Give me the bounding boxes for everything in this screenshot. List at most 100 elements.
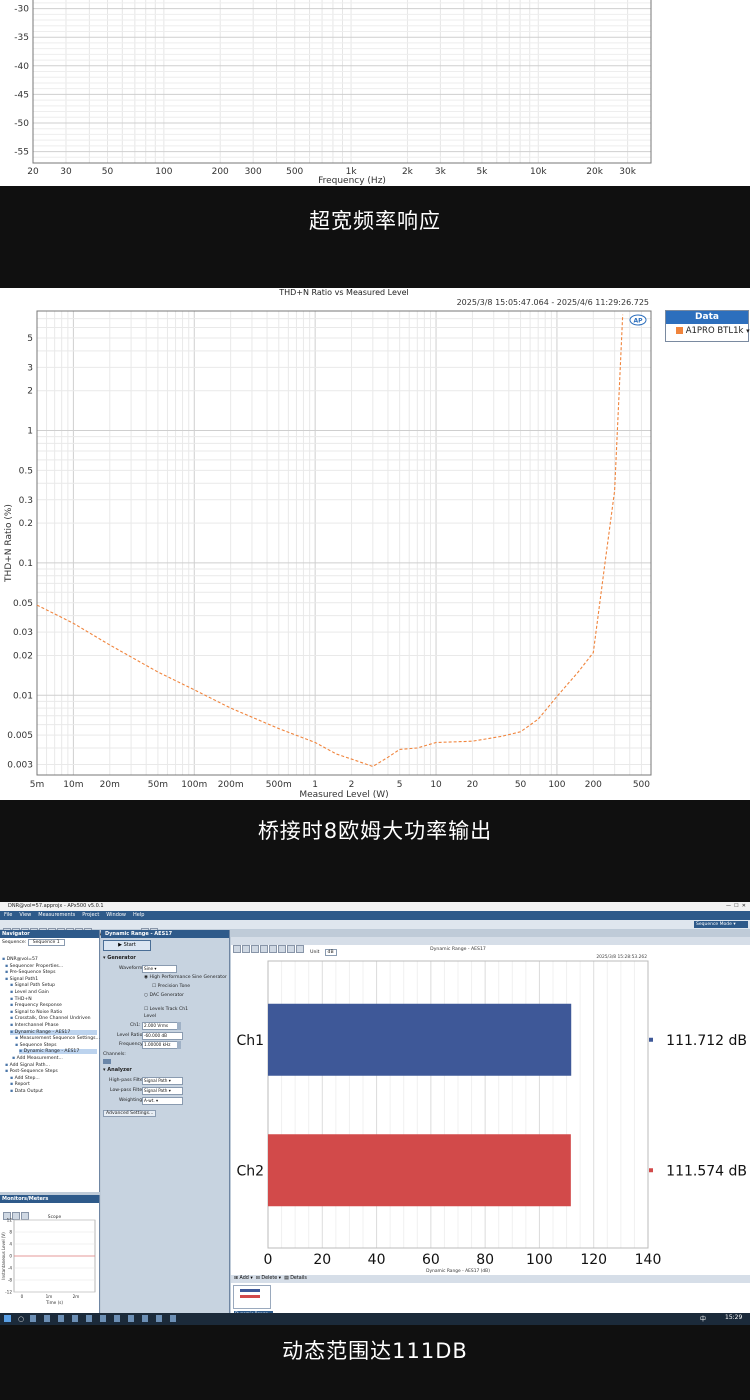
x-tick-label: 200: [212, 167, 229, 177]
ch1-level-input[interactable]: 2.000 Vrms: [142, 1022, 178, 1030]
navigator-item-label: Signal Path1: [9, 976, 39, 982]
navigator-item-label: Data Output: [14, 1089, 43, 1094]
sequence-mode-select[interactable]: Sequence Mode ▾: [694, 921, 748, 928]
navigator-item[interactable]: ▪ Add Measurement...: [12, 1056, 63, 1061]
start-label: Start: [123, 942, 136, 948]
navigator-item[interactable]: ▪ Interchannel Phase: [10, 1023, 59, 1028]
start-button[interactable]: ▶ Start: [103, 940, 151, 951]
advanced-settings-button[interactable]: Advanced Settings...: [103, 1110, 157, 1117]
navigator-item[interactable]: ▪ Pre-Sequence Steps: [5, 970, 56, 975]
caption-dynamic-range: 动态范围达111DB: [282, 1339, 468, 1363]
caption-thd-power: 桥接时8欧姆大功率输出: [257, 819, 493, 843]
navigator-item[interactable]: ▪ Signal Path1: [5, 977, 38, 982]
navigator-item[interactable]: ▪ Data Output: [10, 1089, 43, 1094]
scope-y-tick: 12: [7, 1218, 13, 1223]
menu-window[interactable]: Window: [106, 912, 126, 918]
level-ratio-input[interactable]: -60.000 dB: [142, 1032, 183, 1040]
navigator-item[interactable]: ▪ Frequency Response: [10, 1003, 62, 1008]
window-controls-icon[interactable]: — ☐ ✕: [726, 903, 746, 909]
radio-high-perf[interactable]: ◉ High Performance Sine Generator: [144, 975, 227, 980]
legend-dropdown-icon[interactable]: ▾: [746, 327, 750, 335]
navigator-item[interactable]: ▪ Add Step...: [10, 1076, 40, 1081]
weighting-value: A-wt.: [144, 1098, 155, 1103]
frequency-input[interactable]: 1.00000 kHz: [142, 1041, 178, 1049]
bar-ch2: [268, 1134, 571, 1207]
bottom-add-label: Add: [239, 1276, 249, 1281]
x-axis-label: Dynamic Range - AES17 (dB): [426, 1268, 490, 1274]
navigator-item-label: Dynamic Range - AES17: [14, 1029, 71, 1035]
taskbar-lang[interactable]: 中: [700, 1314, 706, 1323]
x-tick-label: 120: [580, 1252, 607, 1268]
checkbox-levels-track[interactable]: ☐ Levels Track Ch1: [144, 1007, 188, 1012]
window-title: DNR@vol=57.approjx - APx500 v5.0.1: [8, 903, 104, 909]
sequence-value[interactable]: Sequence 1: [27, 939, 65, 946]
legend-item[interactable]: A1PRO BTL1k ▾: [666, 324, 750, 339]
sequence-label: Sequence:: [2, 940, 27, 945]
result-thumbnail[interactable]: Dynamic Range...: [233, 1285, 274, 1316]
checkbox-precision[interactable]: ☐ Precision Tone: [152, 984, 190, 989]
radio-dac[interactable]: ○ DAC Generator: [144, 993, 184, 998]
lp-filter-select[interactable]: Signal Path ▾: [142, 1087, 183, 1095]
x-tick-label: 50: [515, 780, 527, 790]
menu-help[interactable]: Help: [133, 912, 144, 918]
y-tick-label: 1: [27, 427, 33, 437]
generator-header[interactable]: ▾ Generator: [103, 955, 136, 961]
waveform-select[interactable]: Sine ▾: [142, 965, 177, 973]
bottom-add-button[interactable]: ⊞ Add ▾: [234, 1276, 253, 1281]
ap-logo-text-icon: AP: [633, 318, 643, 325]
x-tick-label: 60: [422, 1252, 440, 1268]
menu-measurements[interactable]: Measurements: [38, 912, 75, 918]
taskbar-app-icons[interactable]: [30, 1315, 180, 1322]
analyzer-header[interactable]: ▾ Analyzer: [103, 1067, 132, 1073]
x-tick-label: 10k: [530, 167, 547, 177]
y-tick-label: -45: [14, 90, 29, 100]
navigator-item[interactable]: ▪ Add Signal Path...: [5, 1063, 50, 1068]
radio-high-perf-label: High Performance Sine Generator: [149, 975, 227, 980]
weighting-label: Weighting:: [119, 1098, 144, 1103]
navigator-item[interactable]: ▪ Report: [10, 1082, 30, 1087]
freq-response-chart: -30-35-40-45-50-5520 30 50 100 200 300 500 1k 2k…: [14, 0, 652, 186]
navigator-item[interactable]: ▪ Sequencer Properties...: [5, 964, 63, 969]
navigator-item[interactable]: ▪ Dynamic Range - AES17: [19, 1049, 97, 1055]
lp-filter-value: Signal Path: [144, 1088, 168, 1093]
navigator-item[interactable]: ▪ Post-Sequence Steps: [5, 1069, 58, 1074]
ch1-label: Ch1:: [130, 1023, 141, 1028]
frequency-stepper[interactable]: [177, 1041, 181, 1049]
settings-panel: Dynamic Range - AES17 ▶ Start ▾ Generato…: [101, 930, 230, 1313]
bottom-details-button[interactable]: ▤ Details: [284, 1276, 307, 1281]
navigator-item[interactable]: ▪ Sequence Steps: [15, 1043, 57, 1048]
taskbar: ○ 中 15:29: [0, 1313, 750, 1325]
search-icon[interactable]: ○: [18, 1315, 24, 1323]
x-tick-label: 100m: [181, 780, 207, 790]
x-tick-label: 3k: [435, 167, 447, 177]
y-tick-label: 0.1: [19, 559, 33, 569]
hp-filter-select[interactable]: Signal Path ▾: [142, 1077, 183, 1085]
navigator-item[interactable]: ▪ THD+N: [10, 997, 32, 1002]
weighting-select[interactable]: A-wt. ▾: [142, 1097, 183, 1105]
x-tick-label: 500: [286, 167, 303, 177]
navigator-item[interactable]: ▪ Dynamic Range - AES17: [10, 1029, 97, 1035]
navigator-item[interactable]: ▪ Signal to Noise Ratio: [10, 1010, 62, 1015]
windows-start-icon[interactable]: [4, 1315, 11, 1322]
menu-file[interactable]: File: [4, 912, 12, 918]
navigator-item[interactable]: ▪ Level and Gain: [10, 990, 49, 995]
x-tick-label: 20: [27, 167, 39, 177]
navigator-item[interactable]: ▪ Measurement Sequence Settings...: [15, 1036, 100, 1041]
menu-project[interactable]: Project: [82, 912, 99, 918]
levels-track-label: Levels Track Ch1: [149, 1007, 189, 1012]
sequence-selector[interactable]: Sequence: Sequence 1: [2, 939, 65, 946]
menu-view[interactable]: View: [19, 912, 31, 918]
x-tick-label: 30k: [619, 167, 636, 177]
bottom-toolbar: ⊞ Add ▾ ⊟ Delete ▾ ▤ Details: [231, 1275, 750, 1283]
y-tick-label: 0.2: [19, 519, 33, 529]
legend-swatch: [676, 327, 683, 334]
navigator-item[interactable]: ▪ Crosstalk, One Channel Undriven: [10, 1016, 91, 1021]
navigator-item[interactable]: ▪ Signal Path Setup: [10, 983, 55, 988]
bottom-delete-button[interactable]: ⊟ Delete ▾: [256, 1276, 281, 1281]
x-tick-label: 50m: [148, 780, 168, 790]
channels-toggle[interactable]: [103, 1059, 111, 1064]
monitors-title: Monitors/Meters: [2, 1196, 49, 1202]
waveform-value: Sine: [144, 966, 154, 971]
ch1-stepper[interactable]: [177, 1022, 181, 1030]
navigator-item[interactable]: ▪ DNR@vol=57: [2, 957, 38, 962]
